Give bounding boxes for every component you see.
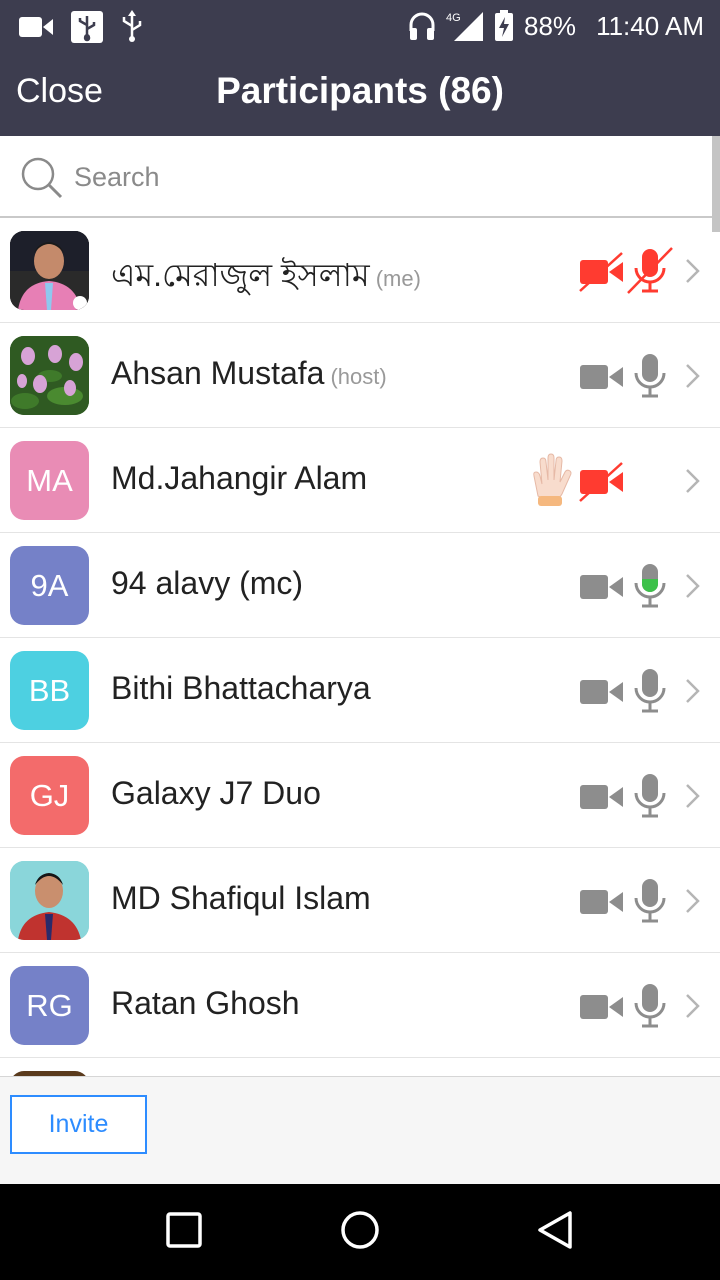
mic-icon[interactable]: [626, 351, 674, 399]
usb-icon: [71, 11, 103, 43]
video-icon[interactable]: [578, 672, 626, 712]
recent-apps-icon[interactable]: [166, 1212, 202, 1248]
search-input[interactable]: [74, 154, 674, 200]
status-bar: 4G 88% 11:40 AM: [0, 0, 720, 52]
video-icon[interactable]: [578, 777, 626, 817]
avatar: RG: [10, 966, 89, 1045]
chevron-right-icon[interactable]: [684, 888, 700, 914]
chevron-right-icon[interactable]: [684, 783, 700, 809]
participant-tag: (host): [330, 364, 387, 389]
avatar: [10, 231, 89, 310]
video-icon[interactable]: [578, 882, 626, 922]
system-nav-bar: [0, 1184, 720, 1280]
video-off-icon[interactable]: [578, 252, 626, 292]
video-off-icon[interactable]: [578, 462, 626, 502]
chevron-right-icon[interactable]: [684, 363, 700, 389]
participant-row[interactable]: BB Bithi Bhattacharya: [0, 638, 720, 743]
participant-name: Ratan Ghosh: [111, 985, 300, 1021]
title-bar: Close Participants (86): [0, 52, 720, 136]
video-icon[interactable]: [578, 987, 626, 1027]
clock: 11:40 AM: [596, 11, 704, 41]
participant-tag: (me): [375, 266, 421, 291]
mic-icon[interactable]: [626, 876, 674, 924]
participant-row[interactable]: Ahsan Mustafa (host): [0, 323, 720, 428]
mic-icon[interactable]: [626, 771, 674, 819]
video-icon[interactable]: [578, 357, 626, 397]
participant-row[interactable]: GJ Galaxy J7 Duo: [0, 743, 720, 848]
page-title: Participants (86): [216, 70, 504, 111]
avatar: 9A: [10, 546, 89, 625]
video-icon[interactable]: [578, 567, 626, 607]
avatar: GJ: [10, 756, 89, 835]
mic-speaking-icon[interactable]: [626, 561, 674, 609]
signal-icon: 4G: [446, 12, 484, 41]
participant-name: 94 alavy (mc): [111, 565, 304, 601]
raised-hand-icon: [533, 453, 572, 506]
participant-name: Md.Jahangir Alam: [111, 460, 368, 496]
invite-button[interactable]: Invite: [10, 1095, 147, 1154]
participant-name: MD Shafiqul Islam: [111, 880, 371, 916]
participant-name: Ahsan Mustafa (host): [111, 355, 387, 391]
mic-muted-icon[interactable]: [626, 246, 674, 294]
participant-row[interactable]: RG Ratan Ghosh: [0, 953, 720, 1058]
participant-row[interactable]: MD Shafiqul Islam: [0, 848, 720, 953]
chevron-right-icon[interactable]: [684, 258, 700, 284]
search-bar: [0, 136, 720, 218]
battery-percent: 88%: [524, 11, 577, 41]
bottom-bar: Invite: [0, 1076, 720, 1184]
chevron-right-icon[interactable]: [684, 468, 700, 494]
chevron-right-icon[interactable]: [684, 573, 700, 599]
mic-icon[interactable]: [626, 981, 674, 1029]
headphones-icon: [409, 12, 435, 40]
participant-row[interactable]: MA Md.Jahangir Alam: [0, 428, 720, 533]
avatar: [10, 861, 89, 940]
search-icon: [21, 157, 63, 199]
participant-name: Bithi Bhattacharya: [111, 670, 371, 706]
participant-list: এম.মেরাজুল ইসলাম (me) Ahsan Mustafa (host)…: [0, 218, 720, 1076]
participant-name: এম.মেরাজুল ইসলাম (me): [111, 257, 421, 293]
svg-text:4G: 4G: [446, 12, 461, 24]
participant-name: Galaxy J7 Duo: [111, 775, 321, 811]
battery-charging-icon: [495, 10, 514, 41]
participant-row[interactable]: এম.মেরাজুল ইসলাম (me): [0, 218, 720, 323]
video-camera-icon: [19, 17, 53, 37]
participant-row[interactable]: 9A 94 alavy (mc): [0, 533, 720, 638]
usb-tether-icon: [122, 10, 142, 42]
chevron-right-icon[interactable]: [684, 993, 700, 1019]
avatar: MA: [10, 441, 89, 520]
home-icon[interactable]: [340, 1210, 380, 1250]
avatar: [10, 336, 89, 415]
mic-icon[interactable]: [626, 666, 674, 714]
chevron-right-icon[interactable]: [684, 678, 700, 704]
avatar: BB: [10, 651, 89, 730]
participant-row-partial[interactable]: [0, 1058, 720, 1076]
back-icon[interactable]: [536, 1210, 574, 1250]
